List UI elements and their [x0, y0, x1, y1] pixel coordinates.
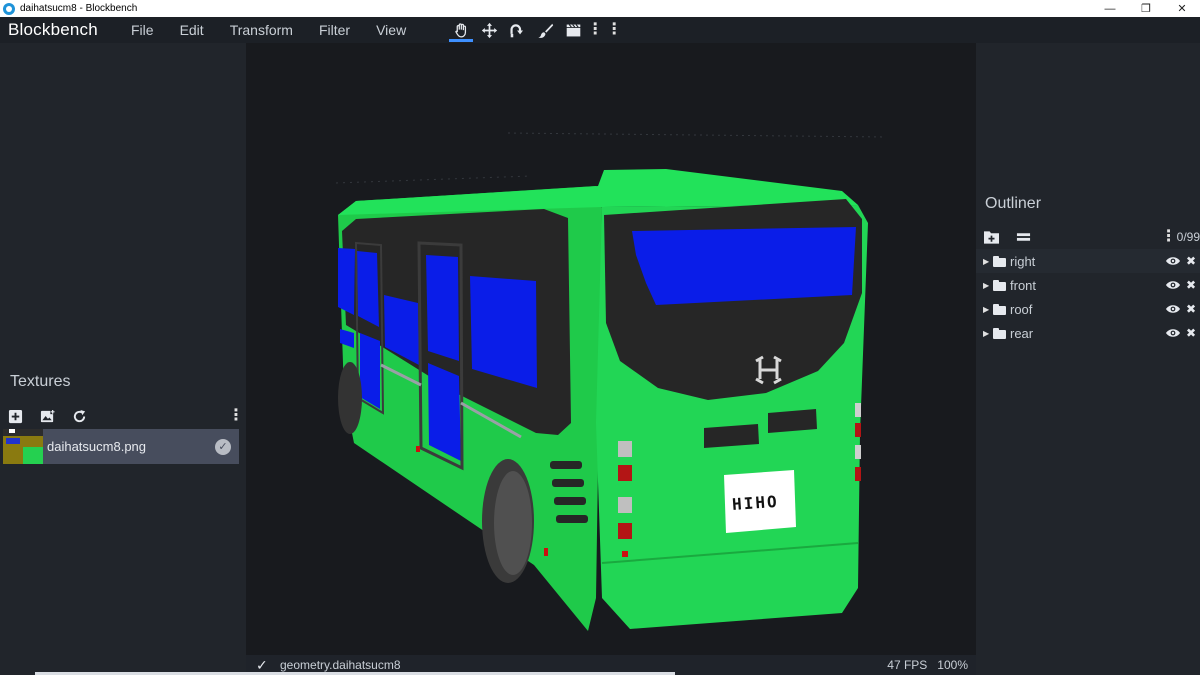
menu-view[interactable]: View	[363, 22, 419, 38]
delete-group-icon[interactable]: ✖	[1182, 254, 1200, 268]
status-check-icon: ✓	[256, 656, 268, 673]
geometry-name: geometry.daihatsucm8	[280, 658, 401, 672]
folder-icon	[993, 255, 1007, 267]
group-label: rear	[1010, 325, 1034, 341]
visibility-eye-icon[interactable]	[1166, 256, 1182, 266]
outliner-group-roof[interactable]: ▶ roof ✖	[976, 297, 1200, 321]
refresh-icon	[73, 409, 86, 422]
image-add-icon	[40, 408, 55, 422]
paint-brush-tool-button[interactable]	[531, 17, 559, 43]
window-titlebar: daihatsucm8 - Blockbench — ❐ ✕	[0, 0, 1200, 17]
close-window-button[interactable]: ✕	[1164, 0, 1200, 17]
folder-icon	[993, 279, 1007, 291]
texture-list-item[interactable]: daihatsucm8.png ✓	[3, 429, 239, 464]
import-texture-button[interactable]	[8, 406, 40, 426]
clapperboard-icon	[566, 23, 580, 36]
app-menubar: Blockbench File Edit Transform Filter Vi…	[0, 17, 1200, 43]
delete-group-icon[interactable]: ✖	[1182, 278, 1200, 292]
left-sidebar: Textures ⋮ daihatsucm8.png ✓	[0, 43, 246, 675]
textures-panel-title: Textures	[10, 373, 71, 390]
folder-icon	[993, 303, 1007, 315]
expand-caret-icon[interactable]: ▶	[983, 329, 991, 338]
expand-caret-icon[interactable]: ▶	[983, 257, 991, 266]
textures-more-icon[interactable]: ⋮	[228, 408, 244, 424]
license-plate-text: HIHO	[732, 492, 780, 514]
folder-icon	[993, 327, 1007, 339]
texture-thumbnail	[3, 429, 43, 464]
overflow-more-icon: ⋮	[606, 21, 623, 38]
paint-brush-icon	[537, 23, 553, 38]
delete-group-icon[interactable]: ✖	[1182, 326, 1200, 340]
3d-viewport[interactable]: HIHO	[246, 43, 976, 655]
menu-file[interactable]: File	[118, 22, 167, 38]
outliner-panel-title: Outliner	[985, 195, 1042, 212]
textures-toolbar: ⋮	[8, 406, 244, 426]
delete-group-icon[interactable]: ✖	[1182, 302, 1200, 316]
window-title: daihatsucm8 - Blockbench	[20, 3, 138, 14]
app-brand: Blockbench	[8, 20, 98, 39]
hand-icon	[454, 22, 466, 38]
tool-toolbar: ⋮ ⋮	[447, 17, 625, 43]
group-label: roof	[1010, 301, 1033, 317]
minimize-button[interactable]: —	[1092, 0, 1128, 17]
menu-transform[interactable]: Transform	[217, 22, 306, 38]
hand-tool-button[interactable]	[447, 17, 475, 43]
fps-counter: 47 FPS	[887, 658, 928, 672]
create-texture-button[interactable]	[40, 406, 72, 426]
outliner-toolbar: ⋮ 0/99	[984, 228, 1200, 246]
rotate-icon	[510, 23, 523, 37]
expand-caret-icon[interactable]: ▶	[983, 281, 991, 290]
blockbench-logo-icon	[3, 2, 15, 15]
texture-name: daihatsucm8.png	[47, 439, 147, 454]
outliner-group-front[interactable]: ▶ front ✖	[976, 273, 1200, 297]
visibility-eye-icon[interactable]	[1166, 328, 1182, 338]
outliner-group-rear[interactable]: ▶ rear ✖	[976, 321, 1200, 345]
toolbar-more-icon[interactable]: ⋮	[587, 22, 603, 38]
add-group-button[interactable]	[984, 228, 1016, 246]
expand-caret-icon[interactable]: ▶	[983, 305, 991, 314]
outliner-group-right[interactable]: ▶ right ✖	[976, 249, 1200, 273]
menu-edit[interactable]: Edit	[167, 22, 217, 38]
animation-clapper-tool-button[interactable]	[559, 17, 587, 43]
reload-textures-button[interactable]	[72, 406, 104, 426]
group-label: front	[1010, 277, 1037, 293]
move-tool-button[interactable]	[475, 17, 503, 43]
group-label: right	[1010, 253, 1036, 269]
collapse-groups-button[interactable]	[1016, 228, 1048, 246]
outliner-list: ▶ right ✖ ▶ front ✖ ▶ roof ✖ ▶ rear ✖	[976, 249, 1200, 345]
visibility-eye-icon[interactable]	[1166, 304, 1182, 314]
toolbar-overflow-button[interactable]: ⋮	[603, 17, 625, 43]
zoom-level[interactable]: 100%	[937, 658, 968, 672]
collapse-icon	[1016, 233, 1031, 241]
restore-button[interactable]: ❐	[1128, 0, 1164, 17]
texture-selected-check-icon[interactable]: ✓	[215, 438, 231, 455]
visibility-eye-icon[interactable]	[1166, 280, 1182, 290]
element-count: 0/99	[1176, 230, 1200, 244]
right-sidebar: Outliner ⋮ 0/99 ▶ right ✖ ▶ front ✖ ▶ ro…	[976, 43, 1200, 675]
add-folder-icon	[984, 231, 999, 244]
outliner-more-icon[interactable]: ⋮	[1161, 229, 1177, 245]
bus-model-render[interactable]: HIHO	[246, 43, 976, 655]
rotate-tool-button[interactable]	[503, 17, 531, 43]
move-arrows-icon	[481, 22, 497, 38]
menu-filter[interactable]: Filter	[306, 22, 363, 38]
add-texture-icon	[8, 409, 23, 423]
